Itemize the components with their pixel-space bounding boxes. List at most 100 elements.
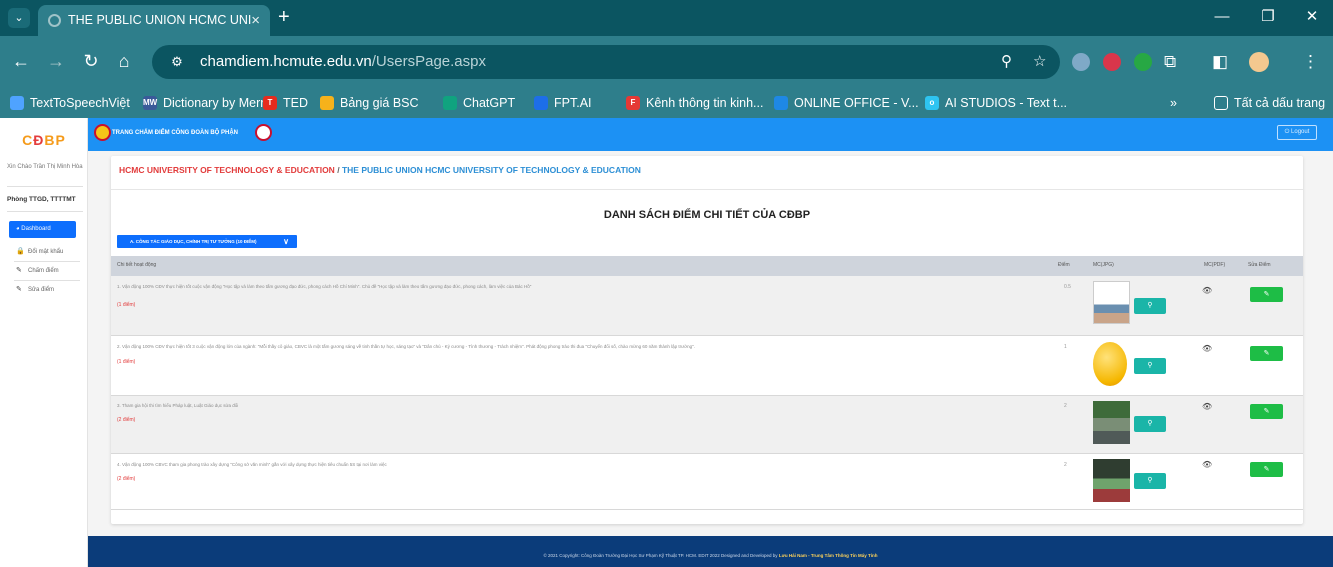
- view-pdf-eye-icon[interactable]: 👁: [1202, 403, 1212, 411]
- header-title: TRANG CHẤM ĐIỂM CÔNG ĐOÀN BỘ PHẬN: [112, 130, 238, 136]
- bookmark-item[interactable]: T TED: [263, 94, 308, 112]
- side-panel-icon[interactable]: ◧: [1212, 51, 1228, 73]
- extension-check-icon[interactable]: [1134, 53, 1152, 71]
- column-header-mc-jpg: MC(JPG): [1093, 262, 1114, 268]
- profile-avatar[interactable]: [1249, 52, 1269, 72]
- sidebar-item-grading[interactable]: ✎ Chấm điểm: [16, 266, 59, 276]
- extensions-puzzle-icon[interactable]: ⧉: [1164, 51, 1176, 73]
- lock-icon: 🔒: [16, 248, 25, 255]
- bookmark-label: AI STUDIOS - Text t...: [945, 96, 1068, 110]
- sidebar-item-label: Chấm điểm: [28, 268, 59, 274]
- footer-copyright: © 2021 Copyright: Công Đoàn Trường Đại H…: [88, 553, 1333, 558]
- bookmark-favicon-icon: [320, 96, 334, 110]
- activity-max-points: (2 điểm): [117, 476, 136, 482]
- globe-icon: [48, 14, 61, 27]
- card-divider: [111, 189, 1303, 190]
- school-logo-icon: [255, 124, 272, 141]
- logout-button[interactable]: ⏻ Logout: [1277, 125, 1317, 140]
- window-close-icon[interactable]: ✕: [1297, 6, 1327, 28]
- restore-icon[interactable]: ❐: [1253, 6, 1283, 28]
- bookmark-item[interactable]: Bảng giá BSC: [320, 94, 419, 112]
- activity-description: 3. Tham gia hội thi tìm hiểu Pháp luật, …: [117, 403, 239, 408]
- sidebar-divider: [14, 261, 80, 262]
- all-bookmarks-button[interactable]: Tất cả dấu trang: [1214, 94, 1325, 112]
- view-image-button[interactable]: ⚲: [1134, 358, 1166, 374]
- url-text[interactable]: chamdiem.hcmute.edu.vn/UsersPage.aspx: [200, 51, 486, 73]
- edit-score-button[interactable]: ✎: [1250, 404, 1283, 419]
- sidebar-item-change-password[interactable]: 🔒 Đổi mật khẩu: [16, 247, 63, 257]
- view-pdf-eye-icon[interactable]: 👁: [1202, 345, 1212, 353]
- back-icon[interactable]: ←: [10, 50, 32, 72]
- bookmark-item[interactable]: ONLINE OFFICE - V...: [774, 94, 919, 112]
- brand-logo[interactable]: CĐBP: [0, 132, 88, 148]
- view-image-button[interactable]: ⚲: [1134, 473, 1166, 489]
- edit-score-button[interactable]: ✎: [1250, 287, 1283, 302]
- brand-d: Đ: [33, 132, 45, 148]
- bookmark-label: TextToSpeechViệt: [30, 96, 130, 110]
- edit-icon: ✎: [16, 286, 22, 293]
- bookmark-favicon-icon: [10, 96, 24, 110]
- sidebar-item-dashboard[interactable]: ◕ Dashboard: [9, 221, 76, 238]
- tab-close-icon[interactable]: ×: [251, 5, 260, 36]
- sidebar-divider: [14, 280, 80, 281]
- bookmark-item[interactable]: o AI STUDIOS - Text t...: [925, 94, 1067, 112]
- bookmarks-overflow-button[interactable]: »: [1170, 94, 1177, 112]
- category-dropdown[interactable]: A. CÔNG TÁC GIÁO DỤC, CHÍNH TRỊ TƯ TƯỞNG…: [117, 235, 297, 248]
- edit-icon: ✎: [16, 267, 22, 274]
- all-bookmarks-label: Tất cả dấu trang: [1234, 96, 1326, 110]
- view-image-button[interactable]: ⚲: [1134, 298, 1166, 314]
- bookmark-label: Kênh thông tin kinh...: [646, 96, 764, 110]
- browser-tab[interactable]: THE PUBLIC UNION HCMC UNI ×: [38, 5, 270, 36]
- breadcrumb-separator: /: [337, 165, 340, 175]
- evidence-emoji-thumbnail[interactable]: [1093, 342, 1127, 386]
- edit-score-button[interactable]: ✎: [1250, 346, 1283, 361]
- breadcrumb: HCMC UNIVERSITY OF TECHNOLOGY & EDUCATIO…: [119, 165, 641, 175]
- menu-kebab-icon[interactable]: ⋮: [1302, 51, 1319, 73]
- user-department: Phòng TTGD, TTTTMT: [7, 196, 76, 203]
- view-pdf-eye-icon[interactable]: 👁: [1202, 461, 1212, 469]
- url-path: /UsersPage.aspx: [371, 53, 486, 70]
- bookmark-item[interactable]: MW Dictionary by Merri...: [143, 94, 278, 112]
- evidence-photo-thumbnail[interactable]: [1093, 401, 1130, 444]
- sidebar-item-edit-score[interactable]: ✎ Sửa điểm: [16, 285, 54, 295]
- reload-icon[interactable]: ↻: [80, 50, 102, 72]
- evidence-photo-thumbnail[interactable]: [1093, 459, 1130, 502]
- bookmark-label: ChatGPT: [463, 96, 516, 110]
- activity-score: 2: [1064, 462, 1067, 468]
- evidence-document-thumbnail[interactable]: [1093, 281, 1130, 324]
- edit-score-button[interactable]: ✎: [1250, 462, 1283, 477]
- logout-label: Logout: [1291, 129, 1310, 135]
- forward-icon[interactable]: →: [45, 50, 67, 72]
- bookmark-item[interactable]: FPT.AI: [534, 94, 592, 112]
- bookmark-label: ONLINE OFFICE - V...: [794, 96, 919, 110]
- column-header-edit: Sửa Điểm: [1248, 262, 1271, 268]
- bookmark-star-icon[interactable]: ☆: [1033, 51, 1046, 73]
- home-icon[interactable]: ⌂: [113, 50, 135, 72]
- view-pdf-eye-icon[interactable]: 👁: [1202, 287, 1212, 295]
- breadcrumb-union[interactable]: THE PUBLIC UNION HCMC UNIVERSITY OF TECH…: [342, 165, 641, 175]
- zoom-icon[interactable]: ⚲: [1001, 51, 1012, 73]
- breadcrumb-university[interactable]: HCMC UNIVERSITY OF TECHNOLOGY & EDUCATIO…: [119, 165, 335, 175]
- sidebar-divider: [7, 211, 83, 212]
- bookmark-item[interactable]: F Kênh thông tin kinh...: [626, 94, 763, 112]
- extension-shield-icon[interactable]: [1072, 53, 1090, 71]
- bookmark-item[interactable]: ChatGPT: [443, 94, 515, 112]
- column-header-detail: Chi tiết hoạt động: [117, 262, 157, 268]
- view-image-button[interactable]: ⚲: [1134, 416, 1166, 432]
- bookmark-label: Bảng giá BSC: [340, 96, 419, 110]
- activity-score: 1: [1064, 344, 1067, 350]
- new-tab-button[interactable]: +: [278, 6, 290, 28]
- top-header: [88, 118, 1333, 151]
- minimize-icon[interactable]: —: [1207, 6, 1237, 28]
- bookmark-item[interactable]: TextToSpeechViệt: [10, 94, 130, 112]
- bookmark-favicon-icon: [443, 96, 457, 110]
- bookmark-label: FPT.AI: [554, 96, 592, 110]
- tab-title: THE PUBLIC UNION HCMC UNI: [68, 13, 252, 27]
- bookmark-favicon-icon: F: [626, 96, 640, 110]
- footer-author: Lưu Hải Nam - Trung Tâm Thông Tin Máy Tí…: [778, 553, 878, 558]
- brand-bp: BP: [44, 132, 66, 148]
- activity-score: 2: [1064, 403, 1067, 409]
- tab-search-button[interactable]: ⌄: [8, 8, 30, 28]
- site-info-icon[interactable]: ⚙: [168, 53, 186, 71]
- extension-red-icon[interactable]: [1103, 53, 1121, 71]
